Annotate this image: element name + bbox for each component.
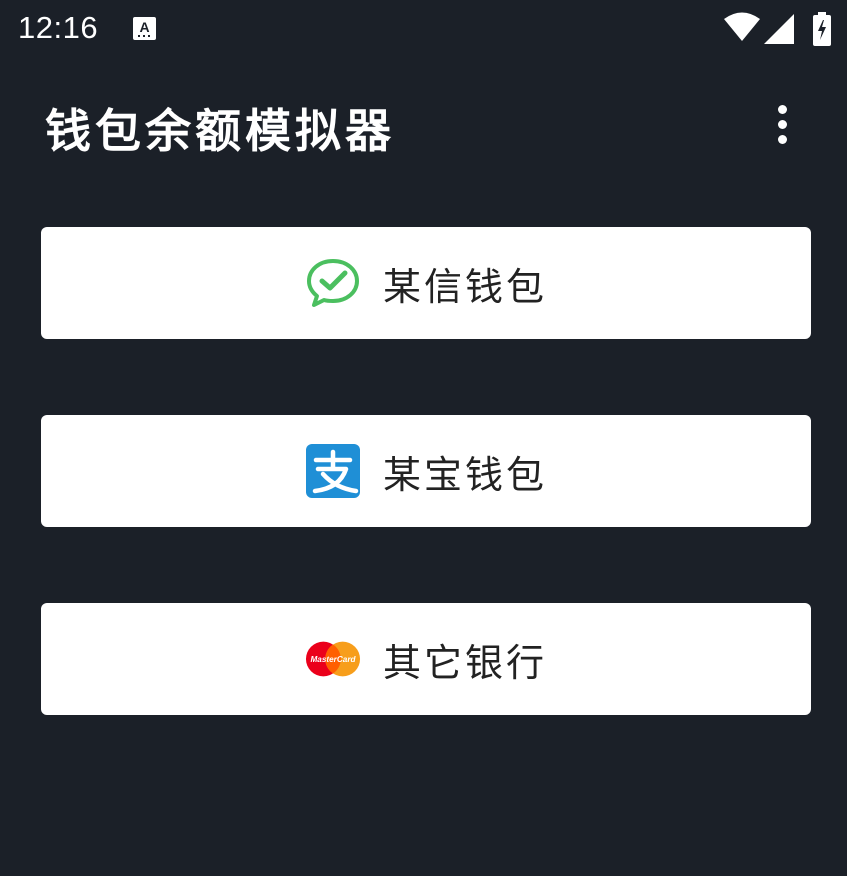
wallet-label: 某宝钱包: [382, 452, 547, 497]
more-vert-icon: [777, 104, 787, 114]
wechat-icon: [305, 255, 361, 311]
mastercard-icon: MasterCard: [305, 631, 361, 687]
svg-text:A: A: [139, 19, 149, 35]
alipay-icon: [305, 443, 361, 499]
signal-icon: [764, 14, 794, 48]
wechat-wallet-button[interactable]: 某信钱包: [41, 227, 811, 339]
wifi-icon: [724, 12, 760, 46]
status-time: 12:16: [18, 10, 99, 45]
status-bar: 12:16 A: [4, 0, 843, 62]
mastercard-logo-text: MasterCard: [310, 655, 356, 664]
alipay-wallet-button[interactable]: 某宝钱包: [41, 415, 811, 527]
wallet-label: 其它银行: [382, 640, 547, 685]
app-bar: 钱包余额模拟器: [4, 62, 843, 188]
other-bank-button[interactable]: MasterCard 其它银行: [41, 603, 811, 715]
battery-charging-icon: [813, 12, 831, 50]
more-vert-icon-dot: [777, 134, 787, 144]
more-vert-icon-dot: [777, 119, 787, 129]
a-icon: A: [133, 17, 156, 40]
app-screen: 12:16 A 钱包余额模拟器 某信钱包 某宝钱包 MasterCard 其它银…: [4, 0, 843, 876]
more-options-button[interactable]: [760, 96, 804, 152]
page-title: 钱包余额模拟器: [45, 104, 395, 158]
wallet-label: 某信钱包: [382, 264, 547, 309]
